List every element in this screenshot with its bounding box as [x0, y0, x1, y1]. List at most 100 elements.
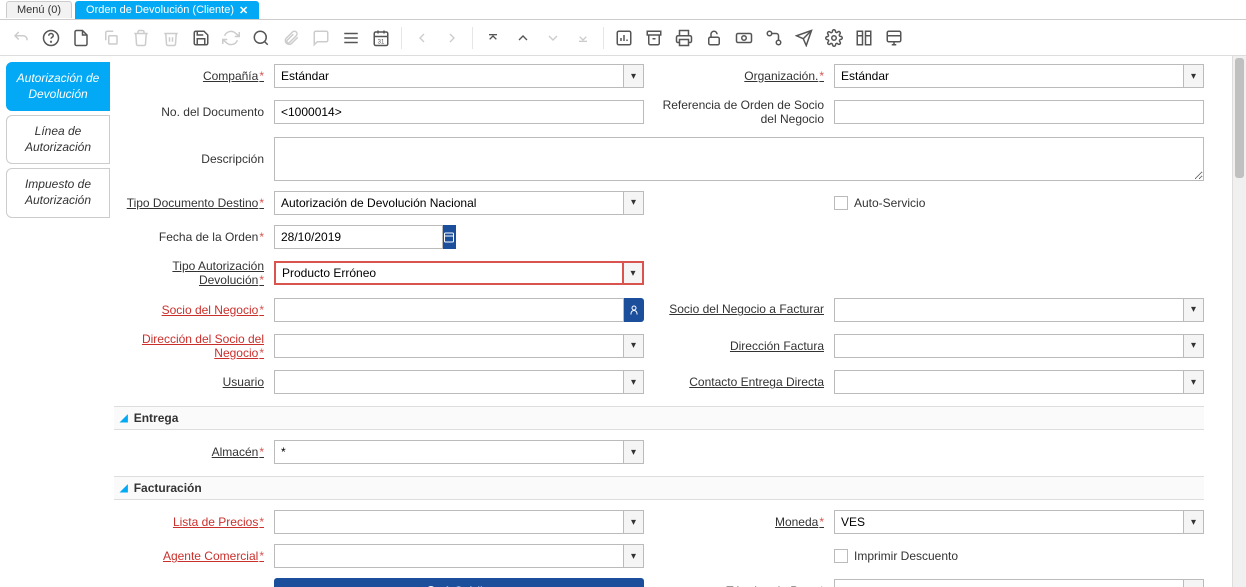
label-usuario: Usuario [114, 375, 264, 389]
input-contacto-entrega[interactable] [834, 370, 1184, 394]
label-compania: Compañía [114, 69, 264, 83]
input-lista-precios[interactable] [274, 510, 624, 534]
delete-multi-icon[interactable] [158, 25, 184, 51]
field-descripcion [274, 137, 1204, 181]
calendar-icon[interactable]: 31 [368, 25, 394, 51]
chat-icon[interactable] [308, 25, 334, 51]
search-lookup-icon[interactable] [624, 298, 644, 322]
chevron-down-icon[interactable]: ▾ [624, 334, 644, 358]
field-no-documento [274, 100, 644, 124]
refresh-icon[interactable] [218, 25, 244, 51]
new-icon[interactable] [68, 25, 94, 51]
input-termino-pago[interactable] [834, 579, 1184, 587]
collapse-icon: ◢ [120, 483, 128, 494]
svg-text:31: 31 [378, 39, 385, 45]
field-tipo-aut-devolucion: ▾ [274, 261, 644, 285]
archive-icon[interactable] [641, 25, 667, 51]
label-referencia: Referencia de Orden de Socio del Negocio [654, 98, 824, 127]
grid-icon[interactable] [338, 25, 364, 51]
chevron-down-icon[interactable]: ▾ [624, 510, 644, 534]
chevron-down-icon[interactable]: ▾ [1184, 510, 1204, 534]
chevron-down-icon[interactable]: ▾ [624, 370, 644, 394]
chevron-down-icon[interactable]: ▾ [1184, 579, 1204, 587]
input-organizacion[interactable] [834, 64, 1184, 88]
label-tipo-aut-devolucion: Tipo Autorización Devolución [114, 259, 264, 288]
search-icon[interactable] [248, 25, 274, 51]
label-socio-negocio: Socio del Negocio [114, 303, 264, 317]
scrollbar-thumb[interactable] [1235, 58, 1244, 178]
calendar-picker-icon[interactable] [443, 225, 456, 249]
input-direccion-socio[interactable] [274, 334, 624, 358]
textarea-descripcion[interactable] [274, 137, 1204, 181]
sidetab-autorizacion[interactable]: Autorización de Devolución [6, 62, 110, 111]
preview-icon[interactable] [881, 25, 907, 51]
input-usuario[interactable] [274, 370, 624, 394]
send-icon[interactable] [791, 25, 817, 51]
checkbox-imprimir-descuento[interactable]: Imprimir Descuento [834, 549, 1204, 563]
input-almacen[interactable] [274, 440, 624, 464]
report-icon[interactable] [611, 25, 637, 51]
section-facturacion[interactable]: ◢ Facturación [114, 476, 1204, 500]
input-referencia[interactable] [834, 100, 1204, 124]
input-moneda[interactable] [834, 510, 1184, 534]
input-socio-facturar[interactable] [834, 298, 1184, 322]
sidetab-impuesto[interactable]: Impuesto de Autorización [6, 168, 110, 217]
nav-down-icon[interactable] [540, 25, 566, 51]
input-agente-comercial[interactable] [274, 544, 624, 568]
zoom-icon[interactable] [731, 25, 757, 51]
section-facturacion-label: Facturación [134, 481, 202, 495]
chevron-down-icon[interactable]: ▾ [624, 544, 644, 568]
checkbox-box[interactable] [834, 196, 848, 210]
scrollbar[interactable] [1232, 56, 1246, 587]
label-direccion-factura: Dirección Factura [654, 339, 824, 353]
input-fecha-orden[interactable] [274, 225, 443, 249]
field-termino-pago: ▾ [834, 579, 1204, 587]
close-icon[interactable]: ✕ [239, 4, 248, 17]
chevron-down-icon[interactable]: ▾ [624, 64, 644, 88]
sidetab-linea[interactable]: Línea de Autorización [6, 115, 110, 164]
label-agente-comercial: Agente Comercial [114, 549, 264, 563]
checkbox-auto-servicio[interactable]: Auto-Servicio [834, 196, 1204, 210]
nav-first-icon[interactable] [480, 25, 506, 51]
delete-icon[interactable] [128, 25, 154, 51]
field-referencia [834, 100, 1204, 124]
field-agente-comercial: ▾ [274, 544, 644, 568]
chevron-down-icon[interactable]: ▾ [1184, 334, 1204, 358]
chevron-down-icon[interactable]: ▾ [1184, 370, 1204, 394]
input-tipo-aut-devolucion[interactable] [274, 261, 624, 285]
help-icon[interactable] [38, 25, 64, 51]
chevron-down-icon[interactable]: ▾ [624, 261, 644, 285]
chevron-down-icon[interactable]: ▾ [624, 191, 644, 215]
nav-prev-icon[interactable] [409, 25, 435, 51]
tab-menu[interactable]: Menú (0) [6, 1, 72, 18]
attachment-icon[interactable] [278, 25, 304, 51]
print-icon[interactable] [671, 25, 697, 51]
product-info-icon[interactable] [851, 25, 877, 51]
input-compania[interactable] [274, 64, 624, 88]
input-no-documento[interactable] [274, 100, 644, 124]
tab-return-order[interactable]: Orden de Devolución (Cliente) ✕ [75, 1, 259, 19]
label-organizacion: Organización. [654, 69, 824, 83]
input-socio-negocio[interactable] [274, 298, 624, 322]
input-tipo-doc-destino[interactable] [274, 191, 624, 215]
a-credito-button[interactable]: A Crédito [274, 578, 644, 587]
chevron-down-icon[interactable]: ▾ [1184, 298, 1204, 322]
workflow-icon[interactable] [761, 25, 787, 51]
nav-up-icon[interactable] [510, 25, 536, 51]
field-direccion-socio: ▾ [274, 334, 644, 358]
nav-next-icon[interactable] [439, 25, 465, 51]
gear-icon[interactable] [821, 25, 847, 51]
checkbox-box[interactable] [834, 549, 848, 563]
nav-last-icon[interactable] [570, 25, 596, 51]
chevron-down-icon[interactable]: ▾ [1184, 64, 1204, 88]
field-socio-facturar: ▾ [834, 298, 1204, 322]
chevron-down-icon[interactable]: ▾ [624, 440, 644, 464]
copy-icon[interactable] [98, 25, 124, 51]
save-icon[interactable] [188, 25, 214, 51]
lock-icon[interactable] [701, 25, 727, 51]
toolbar-separator [401, 27, 402, 49]
input-direccion-factura[interactable] [834, 334, 1184, 358]
undo-icon[interactable] [8, 25, 34, 51]
section-entrega[interactable]: ◢ Entrega [114, 406, 1204, 430]
field-lista-precios: ▾ [274, 510, 644, 534]
